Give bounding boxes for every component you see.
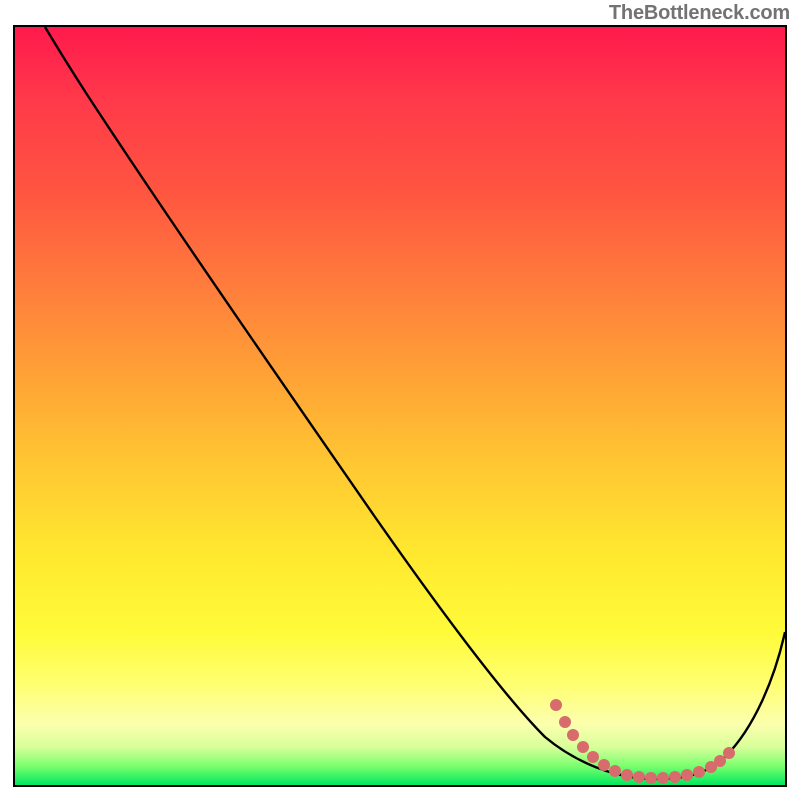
optimal-zone-markers (550, 699, 735, 784)
bottleneck-curve-line (45, 27, 785, 779)
chart-container: TheBottleneck.com (0, 0, 800, 800)
plot-area (13, 25, 787, 787)
attribution-label: TheBottleneck.com (609, 2, 790, 25)
curve-overlay (15, 27, 785, 785)
